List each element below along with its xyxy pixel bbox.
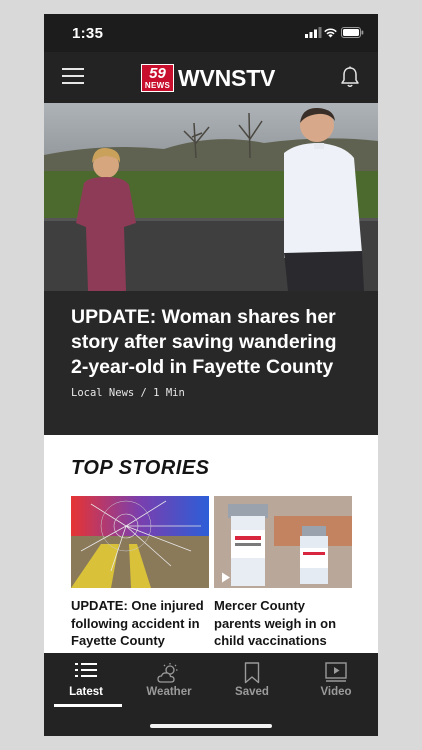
hero-photo (44, 103, 378, 291)
bottom-tab-bar: Latest Weather Saved Video (44, 653, 378, 736)
tab-video[interactable]: Video (296, 653, 376, 709)
hero-image[interactable] (44, 103, 378, 291)
logo-number: 59 (149, 65, 166, 82)
hamburger-menu-icon[interactable] (62, 68, 84, 86)
tab-label: Saved (235, 686, 269, 698)
app-screen: 1:35 59 NEWS WVNSTV UPDATE: Woman shares… (44, 14, 378, 736)
hero-meta: Local News / 1 Min (71, 387, 185, 399)
story-thumbnail[interactable] (71, 496, 209, 588)
status-bar: 1:35 (44, 14, 378, 52)
notification-bell-icon[interactable] (340, 66, 360, 88)
list-icon (75, 663, 97, 677)
tab-label: Video (320, 686, 352, 698)
accident-photo (71, 496, 209, 588)
wvnstv-logo: 59 NEWS WVNSTV (141, 64, 281, 92)
story-card[interactable]: UPDATE: One injured following accident i… (71, 496, 209, 650)
video-icon (325, 662, 347, 682)
app-header: 59 NEWS WVNSTV (44, 52, 378, 103)
tab-label: Weather (146, 686, 192, 698)
home-indicator[interactable] (150, 724, 272, 728)
hero-story-panel[interactable]: UPDATE: Woman shares her story after sav… (44, 291, 378, 435)
logo-badge: 59 NEWS (141, 64, 174, 92)
signal-icon (305, 27, 322, 38)
section-title: TOP STORIES (71, 457, 210, 479)
story-title[interactable]: UPDATE: One injured following accident i… (71, 597, 209, 650)
tab-saved[interactable]: Saved (212, 653, 292, 709)
play-icon (222, 572, 230, 583)
wifi-icon (324, 28, 337, 38)
vaccine-photo (214, 496, 352, 588)
battery-icon (341, 27, 364, 38)
tab-label: Latest (69, 686, 103, 698)
weather-icon (157, 663, 178, 683)
hero-headline[interactable]: UPDATE: Woman shares her story after sav… (71, 305, 356, 380)
story-title[interactable]: Mercer County parents weigh in on child … (214, 597, 352, 650)
story-card[interactable]: Mercer County parents weigh in on child … (214, 496, 352, 650)
status-time: 1:35 (72, 25, 104, 42)
top-stories-section: TOP STORIES UPDATE: One injured followin… (44, 435, 378, 653)
logo-news: NEWS (144, 81, 171, 90)
active-tab-indicator (54, 704, 122, 707)
tab-latest[interactable]: Latest (46, 653, 126, 709)
bookmark-icon (244, 662, 260, 684)
tab-weather[interactable]: Weather (129, 653, 209, 709)
story-thumbnail[interactable] (214, 496, 352, 588)
logo-text: WVNSTV (178, 65, 276, 91)
